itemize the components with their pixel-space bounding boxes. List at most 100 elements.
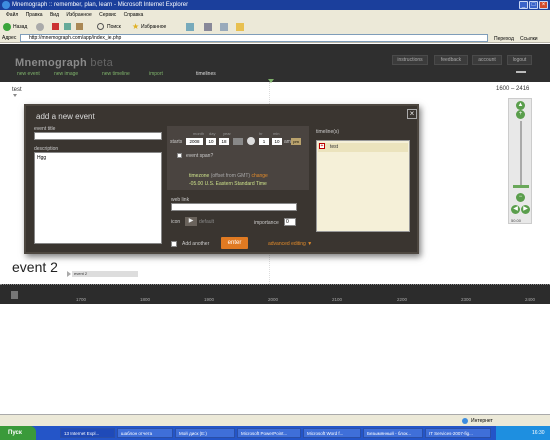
logout-button[interactable]: logout [507, 55, 532, 65]
favorites-star-icon[interactable]: ★ [132, 23, 139, 31]
edit-icon[interactable] [220, 23, 228, 31]
menu-view[interactable]: Вид [50, 12, 59, 18]
clock: 16:30 [532, 430, 545, 436]
enter-button[interactable]: enter [221, 237, 248, 249]
timeline-collapse-icon[interactable] [13, 94, 17, 97]
importance-input[interactable]: 0 [284, 218, 296, 226]
menu-favorites[interactable]: Избранное [66, 12, 91, 18]
forward-arrow-icon[interactable] [36, 23, 44, 31]
timeline-item-checkbox[interactable]: + [319, 143, 325, 149]
back-button[interactable]: Назад [13, 21, 27, 33]
nav-new-timeline[interactable]: new timeline [102, 70, 130, 79]
browser-status-bar: Интернет [0, 414, 550, 426]
event-title-input[interactable] [34, 132, 162, 140]
menu-tools[interactable]: Сервис [99, 12, 116, 18]
zoom-handle[interactable] [513, 185, 529, 188]
task-report-template[interactable]: шаблон отчета [117, 428, 173, 438]
home-icon[interactable] [76, 23, 83, 30]
system-tray: 16:30 [496, 426, 550, 440]
favorites-button[interactable]: Избранное [141, 21, 166, 33]
timelines-label: timeline(s) [316, 129, 340, 135]
timezone-change-link[interactable]: change [251, 173, 267, 179]
dialog-title: add a new event [36, 112, 95, 121]
timezone-title: timezone [189, 173, 210, 179]
web-link-input[interactable] [171, 203, 297, 211]
clock-icon [247, 137, 255, 145]
dialog-close-button[interactable]: × [407, 109, 417, 119]
pan-right-icon[interactable]: ▶ [521, 205, 530, 214]
go-button[interactable]: Переход [494, 34, 514, 44]
address-label: Адрес [2, 35, 17, 41]
nav-new-image[interactable]: new image [54, 70, 78, 79]
nav-import[interactable]: import [149, 70, 163, 79]
print-icon[interactable] [204, 23, 212, 31]
task-my-disk[interactable]: Мой диск (E:) [175, 428, 235, 438]
start-day-input[interactable]: 10 [206, 138, 216, 145]
account-button[interactable]: account [472, 55, 502, 65]
importance-label: importance [254, 220, 279, 226]
timeline-list-item[interactable]: test [318, 143, 408, 152]
start-year-input[interactable]: 18 [219, 138, 229, 145]
timeline-label[interactable]: test [12, 87, 22, 93]
pm-toggle[interactable]: pm [291, 138, 301, 145]
day-header: day [209, 131, 216, 136]
description-input[interactable]: Hgg [34, 152, 162, 244]
instructions-button[interactable]: instructions [392, 55, 428, 65]
add-another-checkbox[interactable] [171, 241, 177, 247]
folder-icon[interactable] [236, 23, 244, 31]
start-button[interactable]: Пуск [0, 426, 36, 440]
menu-file[interactable]: Файл [6, 12, 18, 18]
timezone-hint: (offset from GMT) [210, 173, 251, 179]
links-button[interactable]: Ссылки [520, 34, 538, 44]
zoom-track[interactable] [520, 121, 522, 187]
address-bar: Адрес http://mnemograph.com/app/index_ie… [0, 33, 550, 43]
refresh-icon[interactable] [64, 23, 71, 30]
logo-main: Mnemograph [15, 57, 88, 69]
year-tick: 2300 [461, 297, 472, 302]
zoom-out-icon[interactable]: − [516, 193, 525, 202]
task-powerpoint[interactable]: Microsoft PowerPoint... [237, 428, 301, 438]
time-scale[interactable]: 1700 1800 1900 2000 2100 2200 2300 2400 [0, 284, 550, 304]
starts-label: starts [170, 139, 183, 145]
menu-bar: Файл Правка Вид Избранное Сервис Справка [0, 10, 550, 21]
icon-play-icon[interactable]: ▶ [185, 217, 197, 226]
event-span-label: event span? [186, 153, 214, 159]
zoom-up-icon[interactable]: ▲ [516, 101, 525, 110]
start-hour-input[interactable]: 1 [259, 138, 269, 145]
year-tick: 2400 [525, 297, 536, 302]
search-button[interactable]: Поиск [107, 21, 121, 33]
nav-timelines[interactable]: timelines [196, 70, 216, 79]
back-arrow-icon[interactable] [3, 23, 11, 31]
address-input[interactable]: http://mnemograph.com/app/index_ie.php [20, 34, 488, 42]
calendar-icon[interactable] [233, 138, 243, 145]
pan-left-icon[interactable]: ◀ [511, 205, 520, 214]
nav-new-event[interactable]: new event [17, 70, 40, 79]
menu-help[interactable]: Справка [124, 12, 144, 18]
task-word[interactable]: Microsoft Word f... [303, 428, 361, 438]
task-notepad[interactable]: Безымянный - блок... [363, 428, 423, 438]
start-minute-input[interactable]: 10 [272, 138, 282, 145]
event-span-checkbox[interactable] [177, 153, 182, 158]
save-icon[interactable] [11, 291, 18, 299]
min-header: min [273, 131, 280, 136]
zoom-slider[interactable]: ▲ + − ◀ ▶ 50.00 [508, 98, 532, 224]
task-it-services[interactable]: IT Services-2007-fig... [425, 428, 491, 438]
browser-toolbar: Назад Поиск ★ Избранное [0, 21, 550, 33]
maximize-button[interactable]: □ [529, 1, 538, 9]
event-bar[interactable]: event 2 [72, 271, 138, 277]
advanced-editing-link[interactable]: advanced editing ▼ [268, 241, 312, 247]
task-internet-explorer[interactable]: 13 Internet Expl... [60, 428, 115, 438]
minimize-button[interactable]: _ [519, 1, 528, 9]
feedback-button[interactable]: feedback [434, 55, 468, 65]
event-title[interactable]: event 2 [12, 259, 58, 275]
month-header: month [193, 131, 205, 136]
stop-icon[interactable] [52, 23, 59, 30]
app-nav: new event new image new timeline import … [0, 70, 550, 79]
am-label: am [284, 139, 291, 145]
zoom-in-icon[interactable]: + [516, 110, 525, 119]
start-month-input[interactable]: 2008 [186, 138, 203, 145]
search-icon[interactable] [97, 23, 104, 30]
mail-icon[interactable] [186, 23, 194, 31]
menu-edit[interactable]: Правка [26, 12, 43, 18]
close-window-button[interactable]: × [539, 1, 548, 9]
